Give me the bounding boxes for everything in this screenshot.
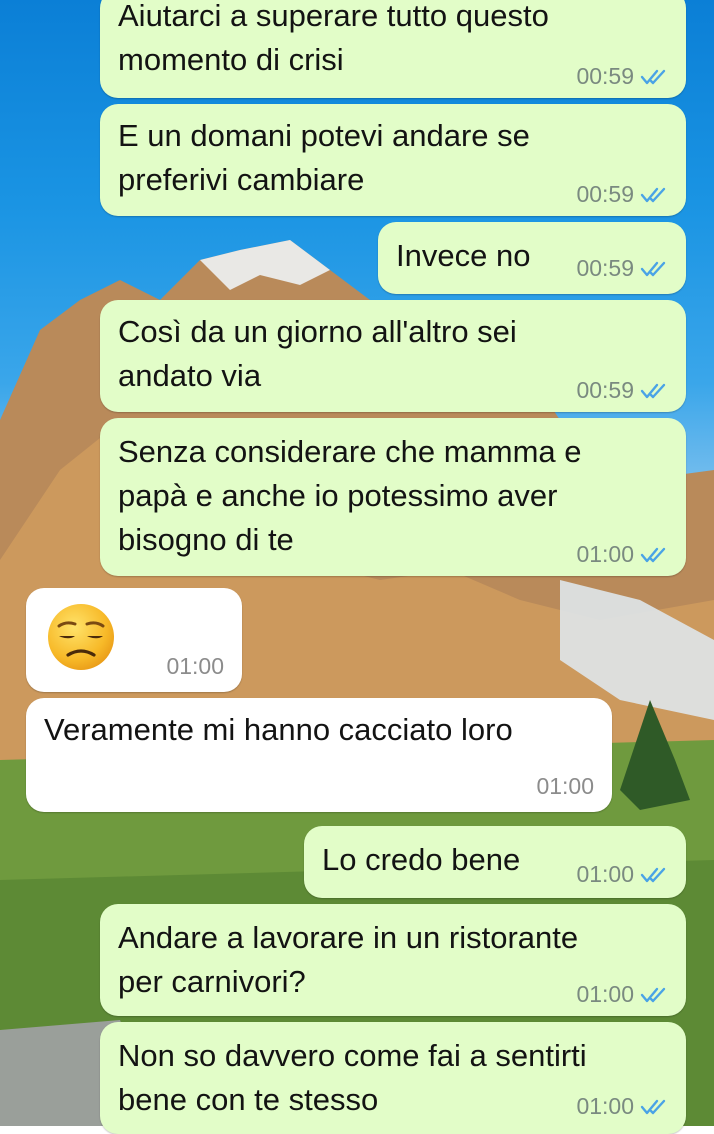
- message-bubble-incoming[interactable]: Veramente mi hanno cacciato loro 01:00: [26, 698, 612, 812]
- message-bubble-outgoing[interactable]: Aiutarci a superare tutto questo momento…: [100, 0, 686, 98]
- message-bubble-incoming[interactable]: 01:00: [26, 588, 242, 692]
- message-meta: 00:59: [576, 63, 668, 90]
- message-time: 01:00: [576, 861, 634, 887]
- read-ticks-icon: [640, 547, 666, 562]
- read-ticks-icon: [640, 867, 666, 882]
- message-bubble-outgoing[interactable]: Lo credo bene 01:00: [304, 826, 686, 898]
- message-time: 00:59: [576, 255, 634, 281]
- message-text: Così da un giorno all'altro sei andato v…: [118, 314, 517, 393]
- message-bubble-outgoing[interactable]: Andare a lavorare in un ristorante per c…: [100, 904, 686, 1016]
- message-text: Lo credo bene: [322, 842, 521, 877]
- message-meta: 00:59: [576, 255, 668, 282]
- message-text: Andare a lavorare in un ristorante per c…: [118, 920, 579, 999]
- message-meta: 01:00: [576, 981, 668, 1008]
- message-text: E un domani potevi andare se preferivi c…: [118, 118, 530, 197]
- message-meta: 00:59: [576, 181, 668, 208]
- message-time: 00:59: [576, 181, 634, 207]
- message-text: Veramente mi hanno cacciato loro: [44, 712, 513, 747]
- read-ticks-icon: [640, 69, 666, 84]
- message-bubble-outgoing[interactable]: Non so davvero come fai a sentirti bene …: [100, 1022, 686, 1134]
- message-bubble-outgoing[interactable]: Invece no 00:59: [378, 222, 686, 294]
- message-meta: 01:00: [166, 653, 224, 680]
- message-time: 01:00: [576, 1093, 634, 1119]
- read-ticks-icon: [640, 987, 666, 1002]
- message-time: 01:00: [576, 981, 634, 1007]
- message-meta: 00:59: [576, 377, 668, 404]
- message-time: 01:00: [536, 773, 594, 799]
- message-bubble-outgoing[interactable]: Così da un giorno all'altro sei andato v…: [100, 300, 686, 412]
- message-time: 00:59: [576, 377, 634, 403]
- read-ticks-icon: [640, 1099, 666, 1114]
- message-text: Aiutarci a superare tutto questo momento…: [118, 0, 549, 77]
- unamused-face-emoji: [48, 604, 114, 670]
- message-time: 00:59: [576, 63, 634, 89]
- message-meta: 01:00: [576, 541, 668, 568]
- read-ticks-icon: [640, 187, 666, 202]
- message-bubble-outgoing[interactable]: Senza considerare che mamma e papà e anc…: [100, 418, 686, 576]
- message-meta: 01:00: [536, 773, 594, 800]
- message-text: Non so davvero come fai a sentirti bene …: [118, 1038, 587, 1117]
- message-time: 01:00: [576, 541, 634, 567]
- message-text: Senza considerare che mamma e papà e anc…: [118, 434, 582, 557]
- read-ticks-icon: [640, 261, 666, 276]
- message-meta: 01:00: [576, 1093, 668, 1120]
- message-text: Invece no: [396, 238, 531, 273]
- message-meta: 01:00: [576, 861, 668, 888]
- message-time: 01:00: [166, 653, 224, 679]
- read-ticks-icon: [640, 383, 666, 398]
- message-bubble-outgoing[interactable]: E un domani potevi andare se preferivi c…: [100, 104, 686, 216]
